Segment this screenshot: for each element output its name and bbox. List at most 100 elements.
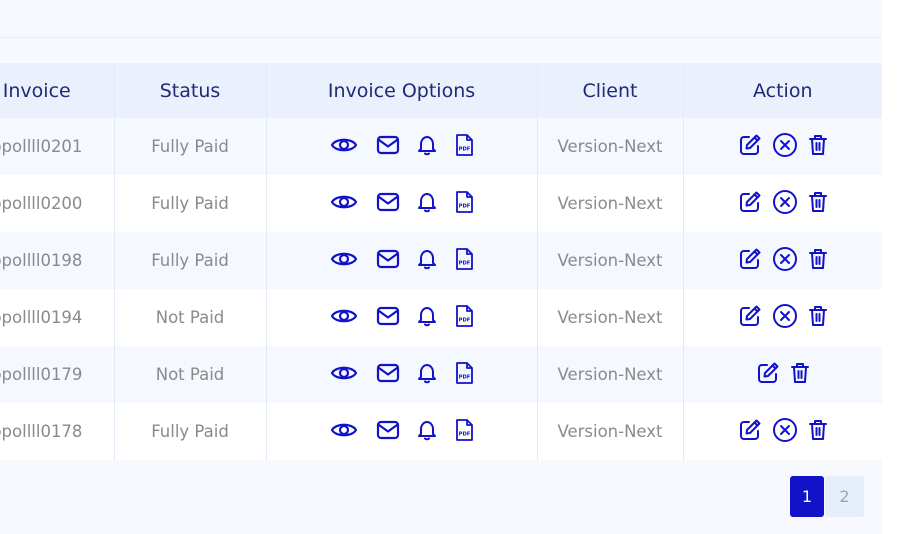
invoice-number: ppollll0200	[0, 175, 114, 232]
bell-icon[interactable]	[416, 134, 438, 156]
action-group	[738, 132, 828, 158]
table-row: ppollll0179 Not Paid PDF Version-Next	[0, 346, 882, 403]
trash-icon[interactable]	[808, 133, 828, 157]
trash-icon[interactable]	[790, 361, 810, 385]
invoice-options-cell: PDF	[265, 346, 537, 403]
table-row: ppollll0201 Fully Paid PDF Version-Next	[0, 118, 882, 175]
pdf-icon[interactable]: PDF	[454, 133, 474, 157]
page-2-button[interactable]: 2	[825, 476, 864, 517]
client-name: Version-Next	[536, 289, 683, 346]
payment-status: Fully Paid	[113, 403, 266, 460]
mail-icon[interactable]	[376, 134, 400, 156]
invoice-number: ppollll0194	[0, 289, 114, 346]
table-row: ppollll0200 Fully Paid PDF Version-Next	[0, 175, 882, 232]
client-name: Version-Next	[536, 403, 683, 460]
action-group	[738, 246, 828, 272]
bell-icon[interactable]	[416, 191, 438, 213]
invoice-options-cell: PDF	[265, 175, 537, 232]
invoice-options-group: PDF	[330, 361, 474, 385]
eye-icon[interactable]	[330, 419, 358, 441]
page-1-button[interactable]: 1	[790, 476, 824, 517]
mail-icon[interactable]	[376, 191, 400, 213]
mail-icon[interactable]	[376, 248, 400, 270]
payment-status: Fully Paid	[113, 175, 266, 232]
trash-icon[interactable]	[808, 247, 828, 271]
invoice-panel: Invoice Status Invoice Options Client Ac…	[0, 0, 882, 534]
action-group	[756, 361, 810, 385]
client-name: Version-Next	[536, 175, 683, 232]
mail-icon[interactable]	[376, 362, 400, 384]
cancel-icon[interactable]	[772, 246, 798, 272]
svg-text:PDF: PDF	[458, 261, 470, 267]
invoice-options-group: PDF	[330, 190, 474, 214]
bell-icon[interactable]	[416, 305, 438, 327]
eye-icon[interactable]	[330, 134, 358, 156]
action-group	[738, 189, 828, 215]
trash-icon[interactable]	[808, 418, 828, 442]
invoice-options-group: PDF	[330, 304, 474, 328]
cancel-icon[interactable]	[772, 417, 798, 443]
svg-text:PDF: PDF	[458, 147, 470, 153]
payment-status: Fully Paid	[113, 232, 266, 289]
eye-icon[interactable]	[330, 362, 358, 384]
edit-icon[interactable]	[738, 304, 762, 328]
bell-icon[interactable]	[416, 362, 438, 384]
invoice-options-group: PDF	[330, 418, 474, 442]
invoice-table: Invoice Status Invoice Options Client Ac…	[0, 63, 882, 460]
client-name: Version-Next	[536, 118, 683, 175]
header-action: Action	[682, 63, 882, 118]
pdf-icon[interactable]: PDF	[454, 247, 474, 271]
invoice-options-group: PDF	[330, 133, 474, 157]
svg-text:PDF: PDF	[458, 204, 470, 210]
action-group	[738, 417, 828, 443]
edit-icon[interactable]	[738, 418, 762, 442]
edit-icon[interactable]	[738, 247, 762, 271]
eye-icon[interactable]	[330, 305, 358, 327]
action-cell	[682, 232, 882, 289]
svg-text:PDF: PDF	[458, 432, 470, 438]
trash-icon[interactable]	[808, 304, 828, 328]
mail-icon[interactable]	[376, 305, 400, 327]
action-cell	[682, 118, 882, 175]
cancel-icon[interactable]	[772, 189, 798, 215]
pdf-icon[interactable]: PDF	[454, 361, 474, 385]
invoice-number: ppollll0198	[0, 232, 114, 289]
header-invoice: Invoice	[0, 63, 114, 118]
invoice-options-cell: PDF	[265, 289, 537, 346]
header-status: Status	[113, 63, 266, 118]
client-name: Version-Next	[536, 232, 683, 289]
eye-icon[interactable]	[330, 191, 358, 213]
header-client: Client	[536, 63, 683, 118]
trash-icon[interactable]	[808, 190, 828, 214]
action-cell	[682, 289, 882, 346]
cancel-icon[interactable]	[772, 132, 798, 158]
invoice-options-cell: PDF	[265, 118, 537, 175]
payment-status: Fully Paid	[113, 118, 266, 175]
invoice-options-cell: PDF	[265, 232, 537, 289]
bell-icon[interactable]	[416, 248, 438, 270]
client-name: Version-Next	[536, 346, 683, 403]
table-row: ppollll0198 Fully Paid PDF Version-Next	[0, 232, 882, 289]
header-invoice-options: Invoice Options	[265, 63, 537, 118]
eye-icon[interactable]	[330, 248, 358, 270]
pdf-icon[interactable]: PDF	[454, 418, 474, 442]
table-row: ppollll0194 Not Paid PDF Version-Next	[0, 289, 882, 346]
invoice-options-cell: PDF	[265, 403, 537, 460]
svg-text:PDF: PDF	[458, 318, 470, 324]
payment-status: Not Paid	[113, 346, 266, 403]
action-cell	[682, 175, 882, 232]
pdf-icon[interactable]: PDF	[454, 304, 474, 328]
invoice-number: ppollll0201	[0, 118, 114, 175]
edit-icon[interactable]	[738, 133, 762, 157]
svg-text:PDF: PDF	[458, 375, 470, 381]
pdf-icon[interactable]: PDF	[454, 190, 474, 214]
bell-icon[interactable]	[416, 419, 438, 441]
edit-icon[interactable]	[756, 361, 780, 385]
table-row: ppollll0178 Fully Paid PDF Version-Next	[0, 403, 882, 460]
edit-icon[interactable]	[738, 190, 762, 214]
action-group	[738, 303, 828, 329]
action-cell	[682, 346, 882, 403]
action-cell	[682, 403, 882, 460]
cancel-icon[interactable]	[772, 303, 798, 329]
mail-icon[interactable]	[376, 419, 400, 441]
